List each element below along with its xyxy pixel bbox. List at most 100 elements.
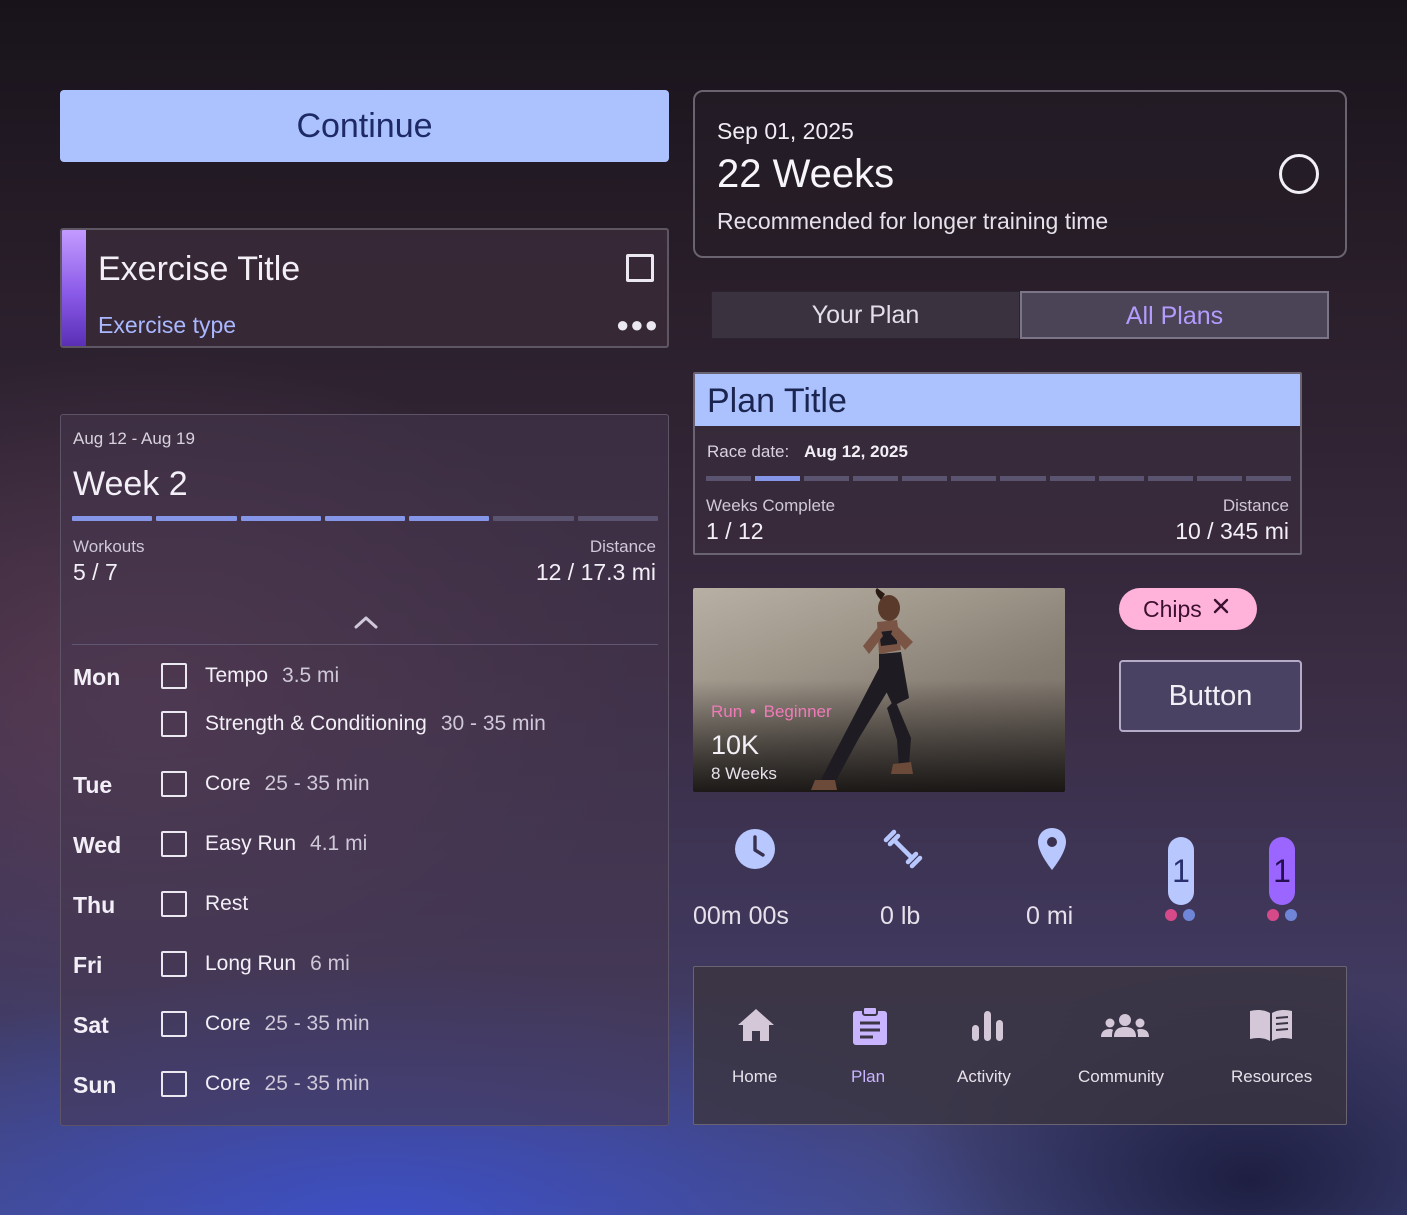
exercise-title: Exercise Title xyxy=(98,250,301,288)
run-plan-card[interactable]: Run • Beginner 10K 8 Weeks xyxy=(693,588,1065,792)
progress-segment xyxy=(1147,476,1193,481)
more-options-icon[interactable]: ●●● xyxy=(616,310,659,340)
plan-option-card[interactable]: Sep 01, 2025 22 Weeks Recommended for lo… xyxy=(693,90,1347,258)
close-icon[interactable] xyxy=(1212,597,1230,615)
nav-label-resources: Resources xyxy=(1231,1067,1313,1086)
workout-checkbox[interactable] xyxy=(161,771,187,797)
day-label-sat: Sat xyxy=(73,1012,109,1038)
nav-item-home[interactable]: Home xyxy=(724,967,788,1126)
progress-segment xyxy=(156,516,237,521)
exercise-card[interactable]: Exercise Title Exercise type ●●● xyxy=(60,228,669,348)
day-label-thu: Thu xyxy=(73,892,116,918)
workout-detail: 25 - 35 min xyxy=(264,772,370,795)
distance-value: 12 / 17.3 mi xyxy=(535,559,656,585)
clipboard-icon xyxy=(853,1006,887,1045)
plan-distance-label: Distance xyxy=(1222,496,1289,515)
week-card: Aug 12 - Aug 19 Week 2 Workouts 5 / 7 Di… xyxy=(60,414,669,1126)
progress-segment xyxy=(1000,476,1046,481)
run-type: Run xyxy=(711,702,743,721)
secondary-button[interactable]: Button xyxy=(1119,660,1302,732)
weight-value: 0 lb xyxy=(880,902,921,930)
workout-row: Tempo 3.5 mi xyxy=(161,663,339,689)
week-date-range: Aug 12 - Aug 19 xyxy=(73,429,195,448)
workout-detail: 25 - 35 min xyxy=(264,1072,370,1095)
workout-row: Long Run 6 mi xyxy=(161,951,350,977)
continue-button[interactable]: Continue xyxy=(60,90,669,162)
workout-checkbox[interactable] xyxy=(161,711,187,737)
run-duration: 8 Weeks xyxy=(711,764,777,783)
week-progress-bar xyxy=(72,516,658,521)
weeks-count: 22 Weeks xyxy=(717,152,895,196)
progress-segment xyxy=(72,516,153,521)
time-value: 00m 00s xyxy=(693,902,789,930)
progress-segment xyxy=(1049,476,1095,481)
runner-image xyxy=(811,588,913,790)
workout-row: Strength & Conditioning 30 - 35 min xyxy=(161,711,546,737)
tab-your-plan[interactable]: Your Plan xyxy=(711,291,1020,339)
progress-segment xyxy=(755,476,801,481)
chip[interactable]: Chips xyxy=(1119,588,1257,630)
workout-checkbox[interactable] xyxy=(161,663,187,689)
tab-all-plans[interactable]: All Plans xyxy=(1020,291,1329,339)
workouts-value: 5 / 7 xyxy=(73,559,118,585)
exercise-accent-bar xyxy=(62,230,86,346)
nav-item-activity[interactable]: Activity xyxy=(956,967,1020,1126)
step-pill-active[interactable]: 1 xyxy=(1269,837,1295,905)
progress-segment xyxy=(853,476,899,481)
workout-row: Easy Run 4.1 mi xyxy=(161,831,367,857)
select-radio[interactable] xyxy=(1279,154,1319,194)
workout-checkbox[interactable] xyxy=(161,1011,187,1037)
run-meta: Run • Beginner xyxy=(711,702,832,722)
nav-item-resources[interactable]: Resources xyxy=(1230,967,1314,1126)
workout-checkbox[interactable] xyxy=(161,951,187,977)
workout-name: Long Run xyxy=(205,952,297,975)
workout-name: Tempo xyxy=(205,664,269,687)
race-date-label: Race date: xyxy=(707,442,790,461)
day-label-tue: Tue xyxy=(73,772,113,798)
workout-name: Core xyxy=(205,1012,251,1035)
progress-segment xyxy=(577,516,658,521)
workout-row: Core 25 - 35 min xyxy=(161,1071,370,1097)
day-label-wed: Wed xyxy=(73,832,122,858)
book-icon xyxy=(1250,1009,1292,1041)
progress-segment xyxy=(804,476,850,481)
workout-checkbox[interactable] xyxy=(161,831,187,857)
indicator-dot xyxy=(1165,909,1177,921)
recommendation-text: Recommended for longer training time xyxy=(717,208,1109,234)
exercise-checkbox[interactable] xyxy=(626,254,654,282)
workout-name: Strength & Conditioning xyxy=(205,712,427,735)
workout-name: Core xyxy=(205,1072,251,1095)
start-date: Sep 01, 2025 xyxy=(717,118,854,144)
chevron-up-icon[interactable] xyxy=(351,613,381,631)
nav-label-plan: Plan xyxy=(851,1067,886,1086)
nav-label-home: Home xyxy=(732,1067,778,1086)
workout-checkbox[interactable] xyxy=(161,891,187,917)
workouts-label: Workouts xyxy=(73,537,145,556)
workout-checkbox[interactable] xyxy=(161,1071,187,1097)
indicator-dot xyxy=(1285,909,1297,921)
nav-item-plan[interactable]: Plan xyxy=(844,967,898,1126)
clock-icon xyxy=(735,829,775,869)
bottom-nav: Home Plan Activity Community Resources xyxy=(693,966,1347,1125)
workout-name: Easy Run xyxy=(205,832,297,855)
nav-label-community: Community xyxy=(1078,1067,1164,1086)
chip-label: Chips xyxy=(1143,596,1202,622)
indicator-dot xyxy=(1267,909,1279,921)
workout-name: Rest xyxy=(205,892,249,915)
home-icon xyxy=(738,1009,774,1041)
indicator-dot xyxy=(1183,909,1195,921)
workout-detail: 3.5 mi xyxy=(282,664,340,687)
day-label-mon: Mon xyxy=(73,664,121,690)
nav-item-community[interactable]: Community xyxy=(1078,967,1172,1126)
progress-segment xyxy=(493,516,574,521)
plan-card[interactable]: Plan Title Race date: Aug 12, 2025 Weeks… xyxy=(693,372,1302,555)
progress-segment xyxy=(240,516,321,521)
dumbbell-icon xyxy=(883,829,923,869)
weeks-complete-value: 1 / 12 xyxy=(706,518,764,544)
progress-segment xyxy=(902,476,948,481)
progress-segment xyxy=(1098,476,1144,481)
exercise-type: Exercise type xyxy=(98,312,237,338)
progress-segment xyxy=(951,476,997,481)
step-pill[interactable]: 1 xyxy=(1168,837,1194,905)
bar-chart-icon xyxy=(972,1011,1003,1041)
